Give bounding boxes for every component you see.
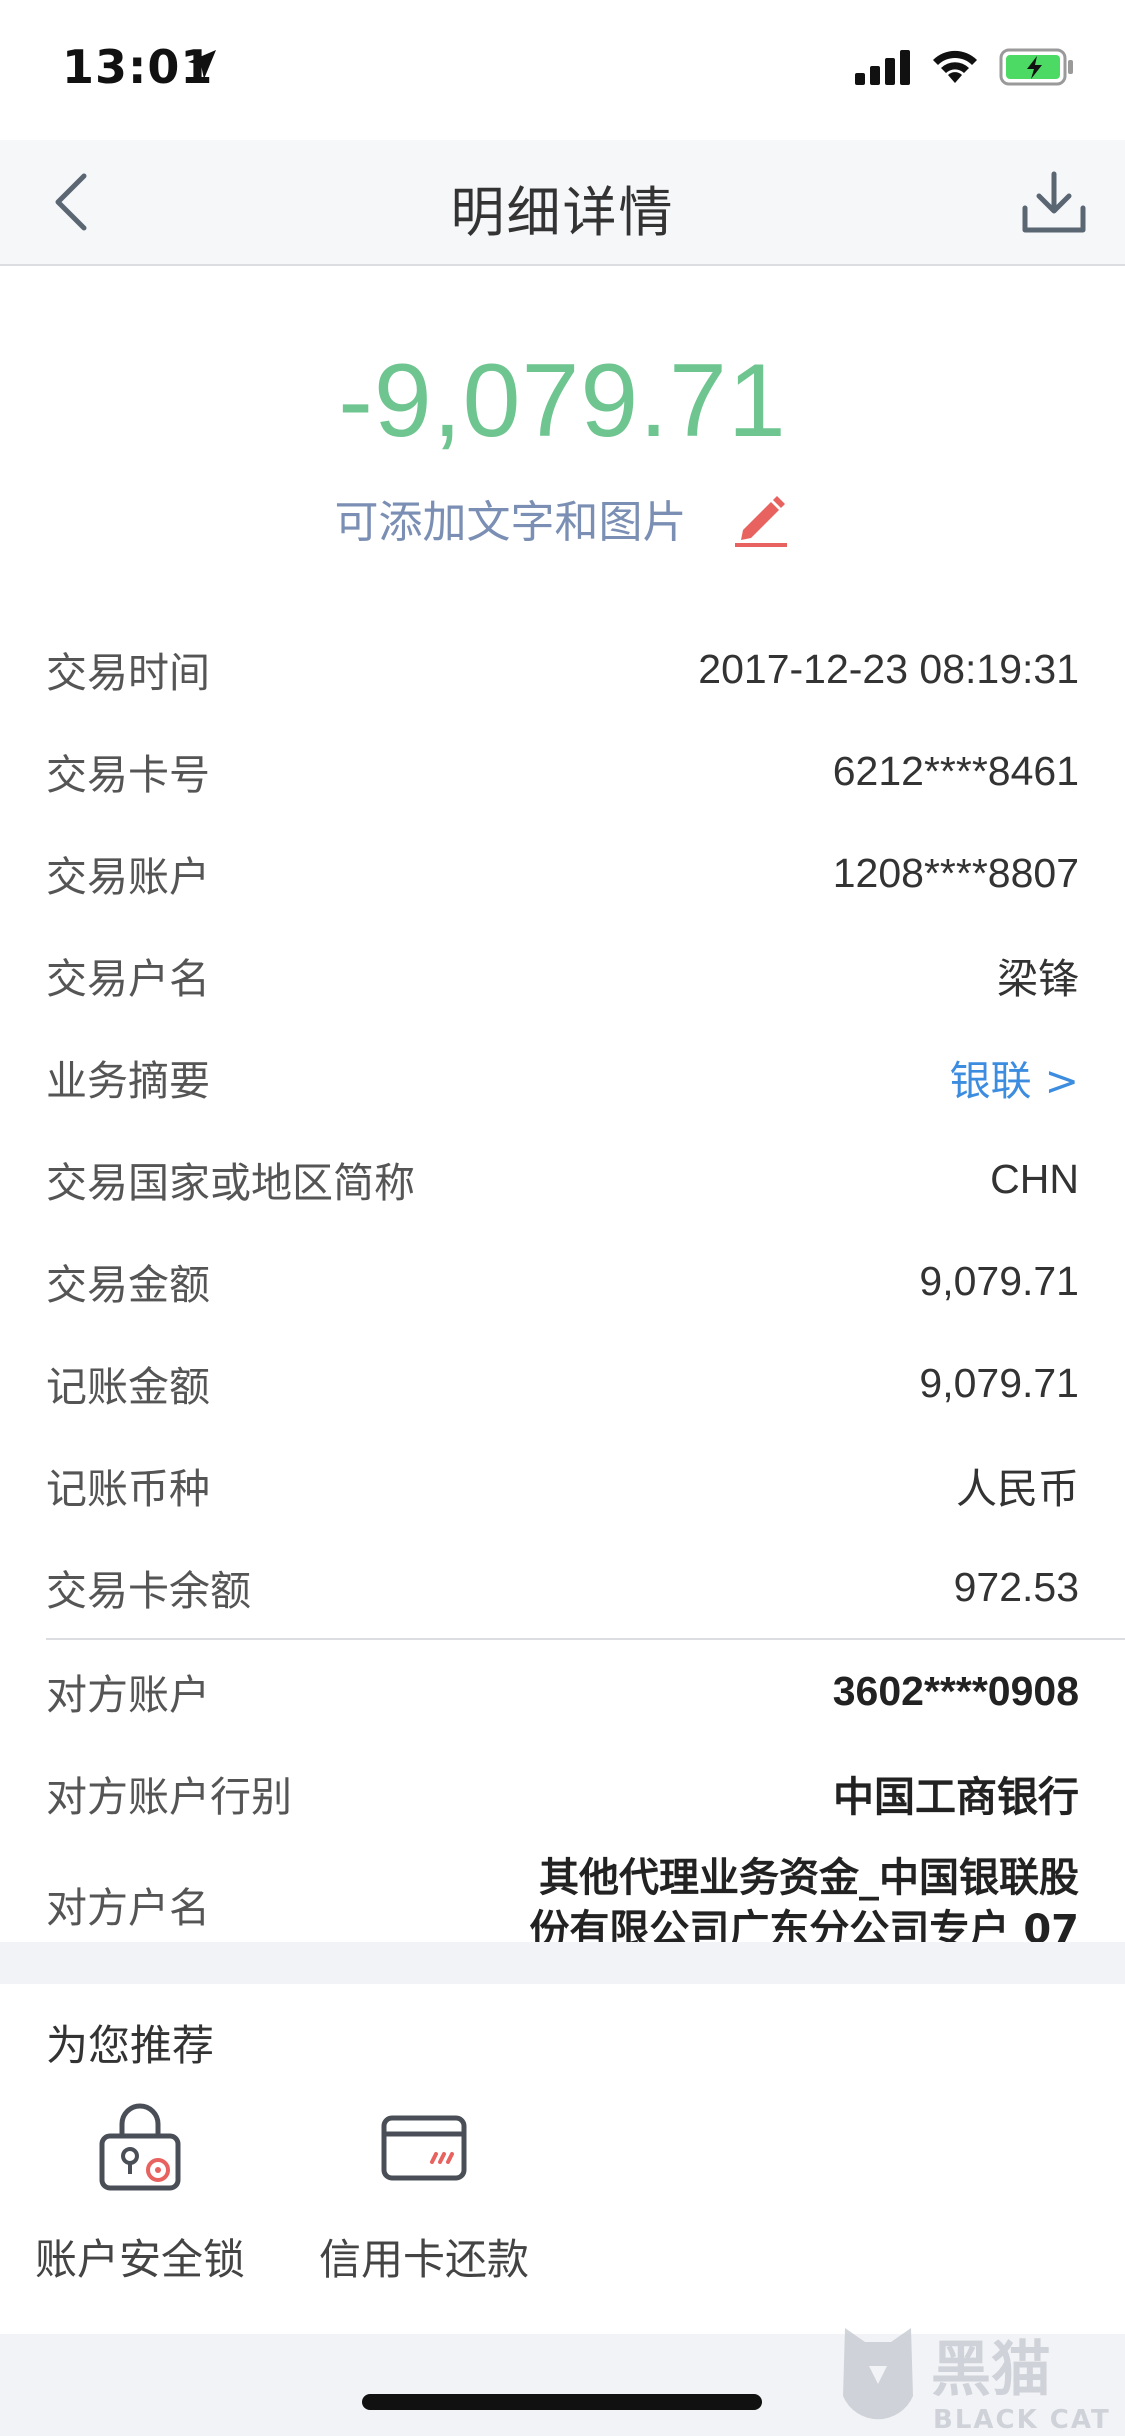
detail-label: 对方户名 (46, 1884, 210, 1932)
home-indicator[interactable] (362, 2394, 762, 2410)
add-note-button[interactable]: 可添加文字和图片 (0, 486, 1125, 550)
add-note-label: 可添加文字和图片 (334, 497, 687, 548)
detail-row-counterparty-bank: 对方账户行别 中国工商银行 (0, 1742, 1125, 1844)
detail-value: 人民币 (956, 1465, 1079, 1513)
page-title: 明细详情 (450, 181, 675, 244)
detail-label: 对方账户行别 (46, 1773, 292, 1821)
detail-value: 9,079.71 (919, 1257, 1079, 1304)
detail-label: 交易国家或地区简称 (46, 1159, 415, 1207)
detail-row-transaction-amount: 交易金额 9,079.71 (0, 1230, 1125, 1332)
detail-value: 972.53 (953, 1563, 1079, 1610)
download-icon[interactable] (1019, 168, 1089, 238)
wifi-icon (933, 50, 977, 83)
detail-label: 交易时间 (46, 649, 210, 697)
watermark-cn: 黑猫 (931, 2335, 1051, 2405)
detail-value: 梁锋 (997, 955, 1079, 1003)
detail-label: 业务摘要 (46, 1057, 210, 1105)
detail-label: 交易卡号 (46, 751, 210, 799)
location-arrow-icon (186, 48, 218, 86)
signal-icon (855, 50, 910, 85)
detail-value: 2017-12-23 08:19:31 (698, 645, 1079, 692)
credit-card-repayment-button[interactable]: 信用卡还款 (314, 2100, 534, 2287)
detail-value: 3602****0908 (832, 1667, 1079, 1714)
recommend-title: 为您推荐 (46, 2021, 215, 2070)
detail-row-card-balance: 交易卡余额 972.53 (0, 1536, 1125, 1638)
watermark-en: BLACK CAT (933, 2405, 1111, 2435)
recommend-item-label: 账户安全锁 (34, 2235, 245, 2284)
lock-gear-icon (99, 2103, 181, 2191)
credit-card-icon (381, 2115, 467, 2181)
detail-value: 6212****8461 (832, 747, 1079, 794)
detail-row-time: 交易时间 2017-12-23 08:19:31 (0, 618, 1125, 720)
detail-value-multiline: 其他代理业务资金_中国银联股 份有限公司广东分公司专户 07 (529, 1852, 1079, 1956)
recommend-item-label: 信用卡还款 (318, 2235, 529, 2284)
business-summary-link[interactable]: 银联 > (950, 1047, 1079, 1107)
detail-label: 交易户名 (46, 955, 210, 1003)
detail-label: 对方账户 (46, 1671, 210, 1719)
detail-value-line: 其他代理业务资金_中国银联股 (539, 1855, 1079, 1901)
section-separator (0, 1942, 1125, 1984)
battery-icon (999, 48, 1073, 86)
detail-row-card-number: 交易卡号 6212****8461 (0, 720, 1125, 822)
detail-row-account-name: 交易户名 梁锋 (0, 924, 1125, 1026)
black-cat-watermark-logo: 黑猫 BLACK CAT (843, 2328, 1111, 2435)
detail-row-currency: 记账币种 人民币 (0, 1434, 1125, 1536)
detail-value: 9,079.71 (919, 1359, 1079, 1406)
transaction-amount: -9,079.71 (338, 343, 787, 459)
detail-value: CHN (990, 1155, 1079, 1202)
detail-label: 交易账户 (46, 853, 210, 901)
detail-row-country: 交易国家或地区简称 CHN (0, 1128, 1125, 1230)
status-icons (855, 48, 1075, 86)
status-bar: 13:01 (0, 0, 1125, 140)
account-security-lock-button[interactable]: 账户安全锁 (30, 2100, 250, 2287)
detail-value: 中国工商银行 (833, 1773, 1079, 1821)
edit-pencil-icon (734, 496, 787, 547)
transaction-detail-list: 交易时间 2017-12-23 08:19:31 交易卡号 6212****84… (0, 618, 1125, 1964)
detail-row-business-summary[interactable]: 业务摘要 银联 > (0, 1026, 1125, 1128)
detail-label: 记账金额 (46, 1363, 210, 1411)
detail-label: 交易金额 (46, 1261, 210, 1309)
nav-bar: 明细详情 (0, 140, 1125, 266)
detail-row-account: 交易账户 1208****8807 (0, 822, 1125, 924)
detail-row-posted-amount: 记账金额 9,079.71 (0, 1332, 1125, 1434)
detail-value: 1208****8807 (832, 849, 1079, 896)
detail-label: 交易卡余额 (46, 1567, 251, 1615)
detail-row-counterparty-account: 对方账户 3602****0908 (0, 1640, 1125, 1742)
detail-label: 记账币种 (46, 1465, 210, 1513)
